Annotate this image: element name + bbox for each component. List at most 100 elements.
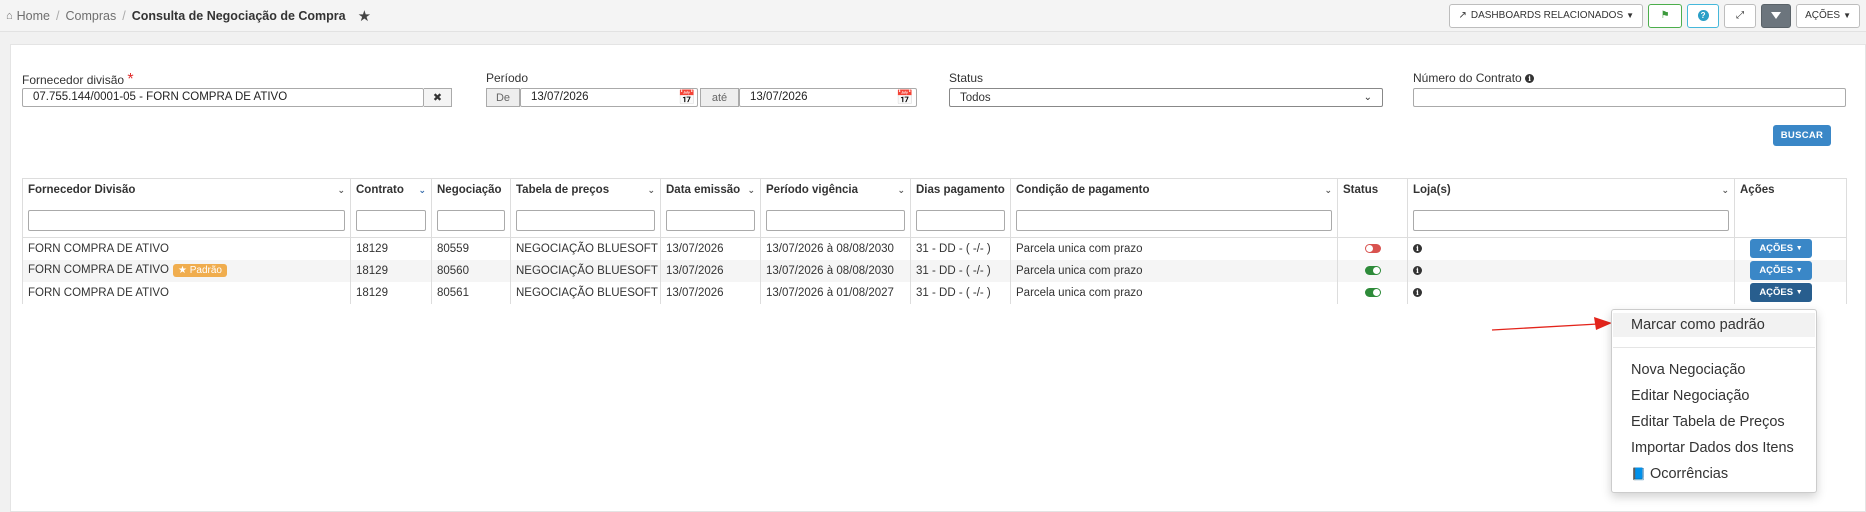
filter-contrato-input[interactable] [356,210,426,231]
buscar-button[interactable]: BUSCAR [1773,125,1831,146]
col-lojas[interactable]: Loja(s) ⌄ [1407,178,1735,238]
padrao-badge: ★ Padrão [173,264,227,277]
cell-contrato-link[interactable]: 18129 [350,237,432,260]
breadcrumb-home[interactable]: Home [17,9,50,23]
menu-item-ocorrencias-label: Ocorrências [1649,466,1729,482]
row-acoes-label: AÇÕES [1759,287,1794,298]
fornecedor-input[interactable]: 07.755.144/0001-05 - FORN COMPRA DE ATIV… [22,88,424,107]
col-contrato[interactable]: Contrato ⌄ [350,178,432,238]
filter-fornecedor-input[interactable] [28,210,345,231]
periodo-ate-input[interactable]: 13/07/2026 [739,88,917,107]
cell-dias: 31 - DD - ( -/- ) [910,281,1011,304]
row-acoes-button[interactable]: AÇÕES ▼ [1750,239,1812,259]
red-arrow-annotation [1491,317,1612,331]
status-toggle-on[interactable] [1364,287,1381,297]
book-icon: 📘 [1631,467,1646,481]
breadcrumb: ⌂ Home / Compras / Consulta de Negociaçã… [6,7,371,25]
row-acoes-button[interactable]: AÇÕES ▼ [1750,261,1812,280]
menu-item-importar-dados[interactable]: Importar Dados dos Itens [1613,436,1815,460]
acoes-dropdown-menu: Marcar como padrão Nova Negociação Edita… [1611,309,1817,493]
breadcrumb-compras[interactable]: Compras [65,9,116,23]
cell-vigencia: 13/07/2026 à 08/08/2030 [760,259,911,282]
filter-vigencia-input[interactable] [766,210,905,231]
row-acoes-label: AÇÕES [1759,243,1794,255]
col-negociacao[interactable]: Negociação⌄ [431,178,511,238]
acoes-top-label: AÇÕES [1805,10,1841,21]
header-label: Contrato [356,184,404,196]
fornecedor-label-text: Fornecedor divisão [22,73,125,87]
col-condicao[interactable]: Condição de pagamento ⌄ [1010,178,1338,238]
cell-emissao: 13/07/2026 [660,281,761,304]
cell-lojas: i [1407,237,1735,260]
col-status: Status [1337,178,1408,238]
col-vigencia[interactable]: Período vigência ⌄ [760,178,911,238]
col-acoes: Ações [1734,178,1847,238]
chevron-down-icon[interactable]: ⌄ [897,185,905,196]
col-dias[interactable]: Dias pagamento⌄ [910,178,1011,238]
periodo-de-input[interactable]: 13/07/2026 [520,88,698,107]
status-label: Status [949,71,984,85]
contrato-input[interactable] [1413,88,1846,107]
filter-lojas-input[interactable] [1413,210,1729,231]
dashboards-button[interactable]: ↗ DASHBOARDS RELACIONADOS ▼ [1449,3,1644,28]
menu-item-editar-negociacao[interactable]: Editar Negociação [1613,384,1815,408]
breadcrumb-separator: / [56,8,60,23]
cell-lojas: i [1407,281,1735,304]
filter-emissao-input[interactable] [666,210,755,231]
filter-negociacao-input[interactable] [437,210,505,231]
contrato-label: Número do Contrato i [1413,71,1535,85]
cell-contrato-link[interactable]: 18129 [350,259,432,282]
status-toggle-on[interactable] [1364,265,1381,275]
filter-condicao-input[interactable] [1016,210,1332,231]
menu-item-editar-tabela[interactable]: Editar Tabela de Preços [1613,410,1815,434]
cell-tabela-link[interactable]: NEGOCIAÇÃO BLUESOFT [510,237,661,260]
cell-vigencia: 13/07/2026 à 01/08/2027 [760,281,911,304]
header-label: Ações [1740,184,1775,196]
caret-down-icon: ▼ [1795,267,1803,274]
info-icon[interactable]: i [1413,265,1422,275]
star-icon[interactable]: ★ [358,7,371,25]
acoes-top-button[interactable]: AÇÕES ▼ [1796,3,1860,28]
expand-button[interactable]: ⤢ [1724,3,1757,28]
chevron-down-icon[interactable]: ⌄ [504,185,505,196]
chevron-down-icon[interactable]: ⌄ [747,185,755,196]
breadcrumb-separator: / [122,8,126,23]
cell-contrato-link[interactable]: 18129 [350,281,432,304]
filter-icon [1771,12,1782,19]
chevron-down-icon[interactable]: ⌄ [337,185,345,196]
cell-emissao: 13/07/2026 [660,237,761,260]
clear-fornecedor-button[interactable]: ✖ [424,88,452,107]
cell-tabela-link[interactable]: NEGOCIAÇÃO BLUESOFT 3 [510,281,661,304]
top-bar: ⌂ Home / Compras / Consulta de Negociaçã… [0,0,1866,32]
col-tabela[interactable]: Tabela de preços ⌄ [510,178,661,238]
filter-dias-input[interactable] [916,210,1005,231]
bullhorn-button[interactable]: ⚑ [1648,3,1683,28]
help-button[interactable]: ? [1687,3,1720,28]
filter-button[interactable] [1761,3,1792,28]
menu-item-nova-negociacao[interactable]: Nova Negociação [1613,358,1815,382]
menu-item-marcar-padrao[interactable]: Marcar como padrão [1613,313,1815,337]
question-icon: ? [1697,10,1709,21]
calendar-icon[interactable]: 📅 [896,89,913,106]
status-select[interactable]: Todos ⌄ [949,88,1383,107]
menu-item-ocorrencias[interactable]: 📘 Ocorrências [1613,462,1815,486]
calendar-icon[interactable]: 📅 [678,89,695,106]
row-acoes-button-active[interactable]: AÇÕES ▼ [1750,283,1812,302]
chevron-down-icon[interactable]: ⌄ [1721,185,1729,196]
chevron-down-icon[interactable]: ⌄ [1324,185,1332,196]
chevron-down-icon[interactable]: ⌄ [418,185,426,196]
info-icon[interactable]: i [1413,244,1422,254]
status-toggle-off[interactable] [1364,244,1381,254]
cell-tabela-link[interactable]: NEGOCIAÇÃO BLUESOFT 2 [510,259,661,282]
col-fornecedor[interactable]: Fornecedor Divisão ⌄ [22,178,351,238]
cell-dias: 31 - DD - ( -/- ) [910,259,1011,282]
chevron-down-icon[interactable]: ⌄ [647,185,655,196]
header-label: Fornecedor Divisão [28,184,136,196]
cell-fornecedor: FORN COMPRA DE ATIVO [22,281,351,304]
cell-vigencia: 13/07/2026 à 08/08/2030 [760,237,911,260]
info-icon[interactable]: i [1413,287,1422,297]
cell-negociacao: 80560 [431,259,511,282]
contrato-label-text: Número do Contrato [1413,71,1522,85]
filter-tabela-input[interactable] [516,210,655,231]
col-emissao[interactable]: Data emissão ⌄ [660,178,761,238]
